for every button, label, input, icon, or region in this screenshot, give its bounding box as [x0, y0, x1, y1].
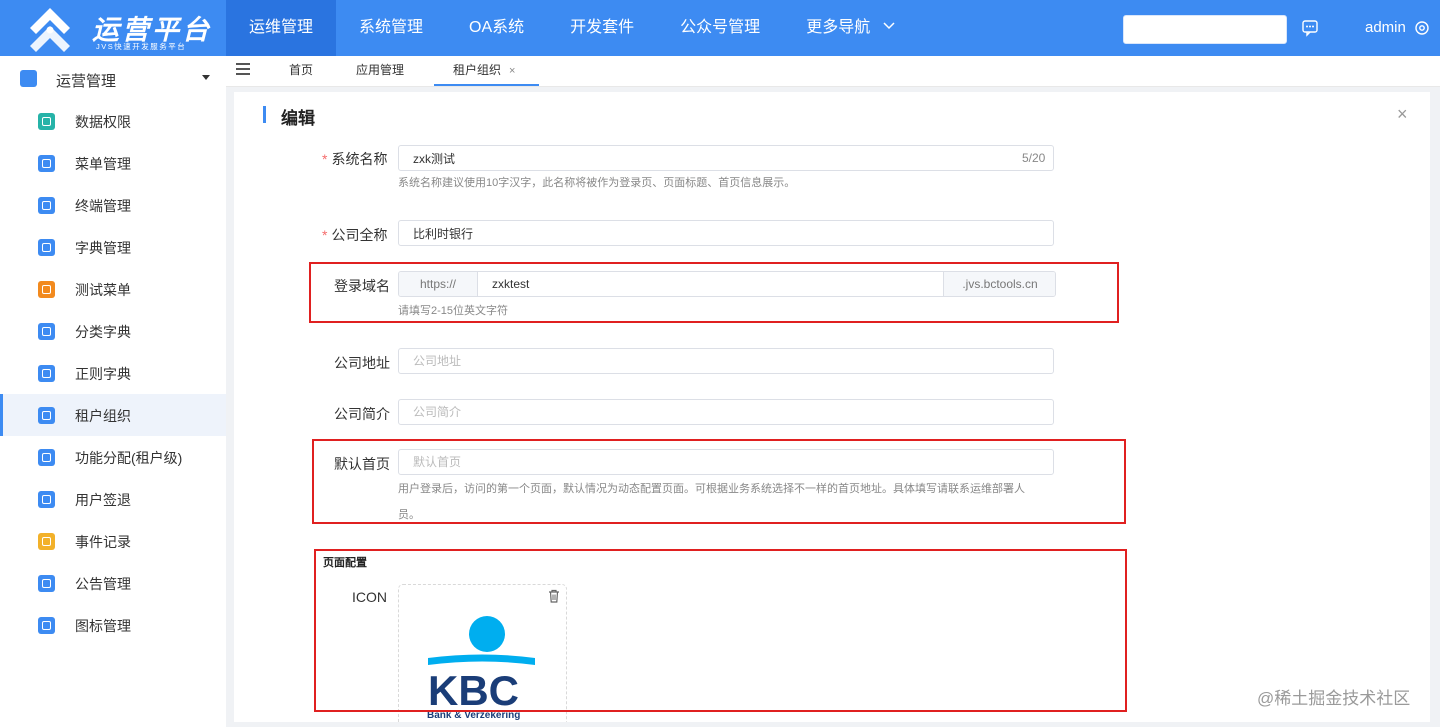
sidebar-item-2[interactable]: 终端管理: [0, 184, 226, 226]
top-navigation: 运维管理 系统管理 OA系统 开发套件 公众号管理 更多导航: [226, 0, 918, 56]
scan-icon: [38, 197, 55, 214]
sidebar-item-label: 菜单管理: [75, 156, 131, 172]
chart-icon: [38, 323, 55, 340]
company-name-label: * 公司全称: [322, 225, 387, 245]
home-icon: [38, 281, 55, 298]
home-icon: [38, 239, 55, 256]
sidebar-item-3[interactable]: 字典管理: [0, 226, 226, 268]
company-address-label: 公司地址: [334, 355, 390, 371]
edit-panel: 编辑 × *系统名称 5/20 系统名称建议使用10字汉字，此名称将被作为登录页…: [234, 92, 1430, 722]
sidebar-item-label: 公告管理: [75, 576, 131, 592]
company-name-input[interactable]: [398, 220, 1054, 246]
topnav-oa[interactable]: OA系统: [446, 0, 547, 56]
sidebar-item-7[interactable]: 租户组织: [0, 394, 226, 436]
brand-logo[interactable]: 运营平台 JVS快速开发服务平台: [26, 4, 216, 54]
image-icon: [38, 575, 55, 592]
required-mark: *: [322, 227, 328, 243]
sidebar-item-1[interactable]: 菜单管理: [0, 142, 226, 184]
sidebar-item-label: 功能分配(租户级): [75, 450, 183, 466]
system-name-label-text: 系统名称: [331, 151, 388, 167]
sidebar-item-label: 用户签退: [75, 492, 131, 508]
highlight-box: [312, 439, 1126, 524]
sidebar-item-11[interactable]: 公告管理: [0, 562, 226, 604]
top-search-input[interactable]: [1123, 15, 1287, 44]
sidebar-item-6[interactable]: 正则字典: [0, 352, 226, 394]
sidebar-item-label: 分类字典: [75, 324, 131, 340]
sidebar: 运营管理 数据权限菜单管理终端管理字典管理测试菜单分类字典正则字典租户组织功能分…: [0, 56, 226, 727]
chevron-down-icon: [883, 22, 895, 29]
user-name[interactable]: admin: [1365, 19, 1406, 36]
title-accent-bar: [263, 106, 266, 123]
tab-tenant-org-label: 租户组织: [453, 63, 502, 77]
system-name-hint: 系统名称建议使用10字汉字，此名称将被作为登录页、页面标题、首页信息展示。: [398, 177, 796, 189]
sidebar-item-12[interactable]: 图标管理: [0, 604, 226, 646]
tab-app-management[interactable]: 应用管理: [356, 56, 404, 86]
list-icon: [38, 155, 55, 172]
chat-icon[interactable]: [1301, 19, 1319, 37]
sidebar-item-label: 事件记录: [75, 534, 131, 550]
box-icon: [38, 617, 55, 634]
brand-subtitle: JVS快速开发服务平台: [96, 42, 187, 51]
system-name-input[interactable]: [398, 145, 1054, 171]
page-title: 编辑: [281, 109, 315, 128]
menu-toggle-icon[interactable]: [236, 63, 250, 75]
sidebar-group-label: 运营管理: [56, 73, 117, 90]
globe-icon: [38, 365, 55, 382]
topnav-system[interactable]: 系统管理: [336, 0, 446, 56]
monitor-icon: [38, 407, 55, 424]
sidebar-item-8[interactable]: 功能分配(租户级): [0, 436, 226, 478]
topnav-more-label: 更多导航: [806, 19, 871, 36]
topnav-more[interactable]: 更多导航: [783, 0, 917, 56]
gear-icon: [20, 70, 37, 87]
lock-icon: [38, 491, 55, 508]
company-intro-input[interactable]: [398, 399, 1054, 425]
company-intro-label: 公司简介: [334, 406, 390, 422]
topnav-ops[interactable]: 运维管理: [226, 0, 337, 56]
sidebar-item-9[interactable]: 用户签退: [0, 478, 226, 520]
box-icon: [38, 449, 55, 466]
topnav-devkit[interactable]: 开发套件: [547, 0, 657, 56]
sidebar-item-label: 数据权限: [75, 114, 131, 130]
watermark: @稀土掘金技术社区: [1257, 689, 1411, 708]
company-address-input[interactable]: [398, 348, 1054, 374]
sidebar-item-0[interactable]: 数据权限: [0, 100, 226, 142]
sidebar-item-label: 终端管理: [75, 198, 131, 214]
sidebar-item-label: 正则字典: [75, 366, 131, 382]
gear-icon[interactable]: [1414, 20, 1430, 36]
sidebar-group-ops[interactable]: 运营管理: [0, 56, 226, 100]
topnav-wechat[interactable]: 公众号管理: [657, 0, 783, 56]
top-header: 运营平台 JVS快速开发服务平台 运维管理 系统管理 OA系统 开发套件 公众号…: [0, 0, 1440, 56]
sidebar-item-label: 图标管理: [75, 618, 131, 634]
save-icon: [38, 113, 55, 130]
sidebar-item-label: 测试菜单: [75, 282, 131, 298]
required-mark: *: [322, 151, 328, 167]
tab-tenant-org[interactable]: 租户组织 ×: [434, 56, 539, 86]
sidebar-item-5[interactable]: 分类字典: [0, 310, 226, 352]
sidebar-item-label: 字典管理: [75, 240, 131, 256]
caret-down-icon: [202, 75, 210, 80]
tab-home[interactable]: 首页: [289, 56, 313, 86]
doc-icon: [38, 533, 55, 550]
sidebar-item-4[interactable]: 测试菜单: [0, 268, 226, 310]
highlight-box: [314, 549, 1127, 712]
company-name-label-text: 公司全称: [331, 227, 388, 243]
close-icon[interactable]: ×: [509, 65, 515, 77]
sidebar-item-label: 租户组织: [75, 408, 131, 424]
close-icon[interactable]: ×: [1397, 104, 1408, 125]
sidebar-item-10[interactable]: 事件记录: [0, 520, 226, 562]
highlight-box: [309, 262, 1119, 323]
tab-bar: 首页 应用管理 租户组织 ×: [226, 56, 1440, 87]
system-name-label: * 系统名称: [322, 149, 387, 169]
logo-mark-icon: [30, 8, 70, 52]
system-name-count: 5/20: [1022, 151, 1046, 165]
